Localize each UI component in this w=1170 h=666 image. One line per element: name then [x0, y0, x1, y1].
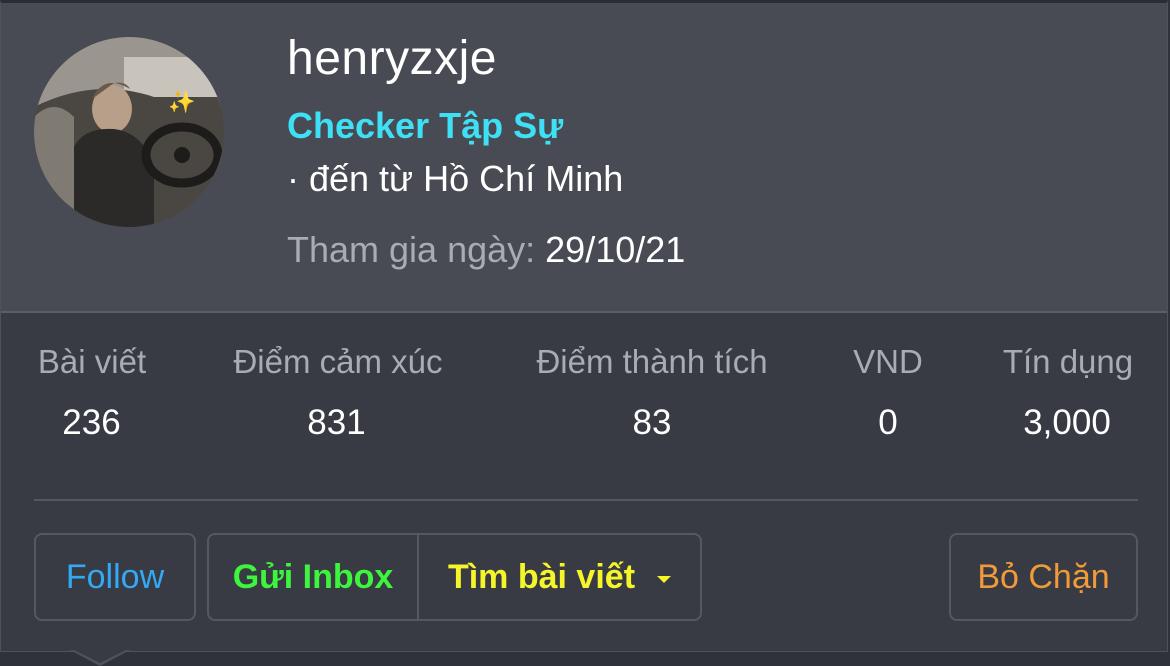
stat-label: Tín dụng	[1002, 343, 1134, 380]
stat-label: Bài viết	[37, 343, 147, 380]
stat-achievements: Điểm thành tích 83	[525, 343, 779, 443]
profile-header: ✨ henryzxje Checker Tập Sự · đến từ Hồ C…	[1, 3, 1167, 313]
caret-down-icon	[657, 575, 672, 583]
join-date: Tham gia ngày: 29/10/21	[287, 229, 685, 271]
stat-credits: Tín dụng 3,000	[997, 343, 1139, 443]
stat-posts: Bài viết 236	[34, 343, 150, 443]
find-posts-dropdown[interactable]: Tìm bài viết	[419, 535, 700, 619]
join-date-label: Tham gia ngày:	[287, 229, 536, 270]
avatar[interactable]: ✨	[34, 37, 224, 227]
send-inbox-button[interactable]: Gửi Inbox	[209, 535, 419, 619]
stat-value: 831	[307, 403, 366, 442]
stat-label: Điểm cảm xúc	[233, 343, 443, 380]
tooltip-pointer-fill	[72, 649, 128, 663]
find-posts-label: Tìm bài viết	[447, 557, 636, 596]
follow-button[interactable]: Follow	[34, 533, 196, 621]
stat-label: VND	[853, 343, 923, 380]
divider	[34, 499, 1138, 501]
user-location: · đến từ Hồ Chí Minh	[287, 158, 624, 199]
stat-value: 3,000	[1023, 403, 1111, 442]
action-button-group: Gửi Inbox Tìm bài viết	[207, 533, 702, 621]
profile-tooltip-card: ✨ henryzxje Checker Tập Sự · đến từ Hồ C…	[0, 0, 1168, 652]
user-rank: Checker Tập Sự	[287, 105, 564, 146]
username[interactable]: henryzxje	[287, 31, 497, 86]
unblock-button[interactable]: Bỏ Chặn	[949, 533, 1138, 621]
stat-label: Điểm thành tích	[536, 343, 768, 380]
stat-vnd: VND 0	[851, 343, 925, 443]
join-date-value: 29/10/21	[545, 229, 686, 270]
stat-value: 83	[632, 403, 672, 442]
stat-value: 0	[878, 403, 898, 442]
send-inbox-label: Gửi Inbox	[232, 557, 394, 596]
sparkle-icon: ✨	[168, 89, 195, 114]
stat-value: 236	[62, 403, 121, 442]
stats-row: Bài viết 236 Điểm cảm xúc 831 Điểm thành…	[1, 343, 1167, 463]
stat-reactions: Điểm cảm xúc 831	[223, 343, 453, 443]
